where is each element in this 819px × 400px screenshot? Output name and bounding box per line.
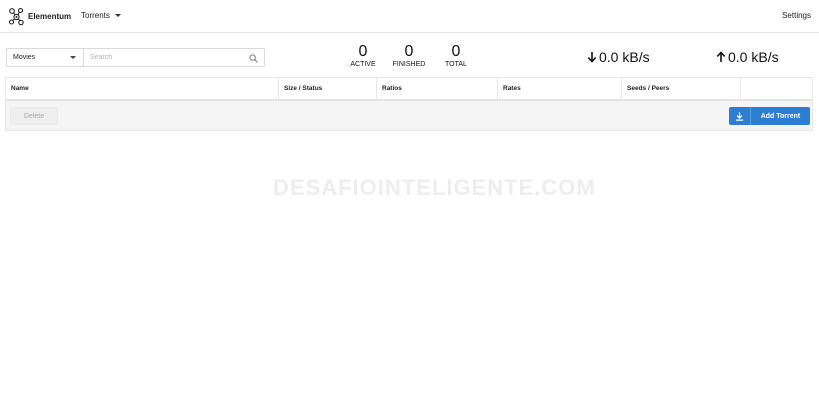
column-header-actions bbox=[741, 78, 812, 99]
stat-total-label: TOTAL bbox=[445, 61, 467, 68]
table-header: Name Size / Status Ratios Rates Seeds / … bbox=[6, 78, 812, 101]
delete-button[interactable]: Delete bbox=[10, 107, 58, 125]
download-speed-value: 0.0 kB/s bbox=[599, 49, 650, 65]
add-torrent-button[interactable]: Add Torrent bbox=[729, 107, 810, 125]
chevron-down-icon bbox=[114, 14, 121, 17]
torrents-menu-label: Torrents bbox=[81, 11, 110, 20]
watermark-text: DESAFIOINTELIGENTE.COM bbox=[273, 175, 596, 200]
add-torrent-label: Add Torrent bbox=[760, 112, 801, 120]
arrow-up-icon bbox=[716, 51, 726, 62]
elementum-logo-icon bbox=[8, 7, 24, 26]
column-header-ratios[interactable]: Ratios bbox=[377, 78, 498, 99]
stat-total-value: 0 bbox=[451, 43, 461, 60]
search-input[interactable] bbox=[84, 50, 234, 65]
stat-finished-label: FINISHED bbox=[392, 61, 426, 68]
torrents-menu[interactable]: Torrents bbox=[81, 11, 121, 20]
download-speed: 0.0 kB/s bbox=[587, 49, 650, 65]
upload-speed: 0.0 kB/s bbox=[716, 49, 779, 65]
category-select[interactable]: Movies bbox=[6, 48, 84, 67]
stat-finished: 0 FINISHED bbox=[389, 43, 429, 69]
stat-total: 0 TOTAL bbox=[436, 43, 476, 69]
stat-active: 0 ACTIVE bbox=[343, 43, 383, 69]
stat-finished-value: 0 bbox=[404, 43, 414, 60]
column-header-rates[interactable]: Rates bbox=[498, 78, 622, 99]
top-navbar: Elementum Torrents Settings bbox=[0, 0, 819, 33]
column-header-seeds-peers[interactable]: Seeds / Peers bbox=[622, 78, 741, 99]
search-box bbox=[83, 48, 265, 67]
download-icon bbox=[735, 111, 744, 121]
search-icon[interactable] bbox=[249, 54, 258, 63]
settings-link[interactable]: Settings bbox=[782, 11, 811, 20]
brand-name: Elementum bbox=[28, 12, 72, 21]
table-actions-row: Delete Add Torrent bbox=[6, 101, 812, 130]
brand-link[interactable]: Elementum bbox=[8, 7, 71, 26]
stat-active-label: ACTIVE bbox=[350, 61, 376, 68]
stat-active-value: 0 bbox=[358, 43, 368, 60]
upload-speed-value: 0.0 kB/s bbox=[728, 49, 779, 65]
category-select-value: Movies bbox=[13, 54, 36, 61]
chevron-down-icon bbox=[70, 56, 76, 59]
torrents-table: Name Size / Status Ratios Rates Seeds / … bbox=[5, 77, 813, 131]
column-header-name[interactable]: Name bbox=[6, 78, 279, 99]
arrow-down-icon bbox=[587, 52, 597, 63]
column-header-size-status[interactable]: Size / Status bbox=[279, 78, 377, 99]
